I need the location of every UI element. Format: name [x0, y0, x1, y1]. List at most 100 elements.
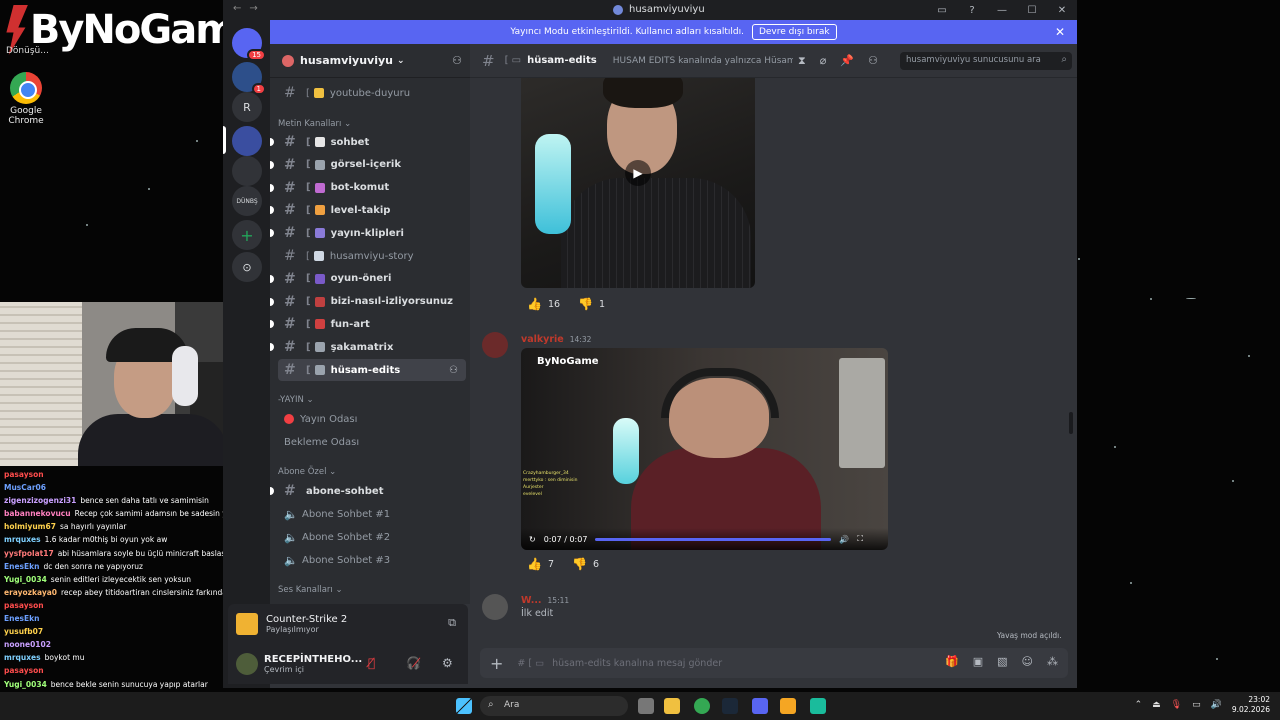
- server-icon[interactable]: 15: [232, 28, 266, 61]
- minimize-button[interactable]: —: [987, 5, 1017, 16]
- avatar[interactable]: [482, 332, 508, 358]
- play-icon[interactable]: ▶: [625, 160, 651, 186]
- discord-icon[interactable]: [752, 698, 768, 714]
- chat-username[interactable]: erayozkaya0: [4, 588, 57, 597]
- channel-hüsam-edits[interactable]: # [hüsam-edits ⚇: [278, 359, 466, 381]
- chat-username[interactable]: pasayson: [4, 601, 44, 610]
- maximize-button[interactable]: ☐: [1017, 5, 1047, 16]
- chrome-icon[interactable]: [694, 698, 710, 714]
- channel-topic[interactable]: HÜSAM EDİTS kanalında yalnızca Hüsam'a..…: [613, 56, 793, 66]
- apps-icon[interactable]: ⁂: [1047, 655, 1058, 668]
- channel-level-takip[interactable]: # [level-takip: [270, 199, 466, 221]
- threads-icon[interactable]: ⧗: [798, 54, 806, 68]
- gift-icon[interactable]: 🎁: [945, 655, 959, 668]
- channel-şakamatrix[interactable]: # [şakamatrix: [270, 336, 466, 358]
- chevron-up-icon[interactable]: ⌃: [1135, 700, 1143, 710]
- reaction-thumbs-down[interactable]: 👎 6: [566, 554, 605, 574]
- voice-channel-abone-3[interactable]: 🔈 Abone Sohbet #3: [278, 549, 466, 571]
- server-icon[interactable]: DÜNBŞ: [232, 186, 262, 216]
- chat-username[interactable]: yusufb07: [4, 627, 43, 636]
- server-icon[interactable]: 1: [232, 62, 266, 95]
- author-name[interactable]: valkyrie: [521, 334, 564, 345]
- screen-share-icon[interactable]: ⧉: [448, 616, 456, 630]
- close-icon[interactable]: ✕: [1055, 25, 1065, 39]
- deafened-icon[interactable]: 🎧̸: [406, 656, 421, 670]
- chrome-icon[interactable]: [10, 72, 42, 104]
- channel-abone-sohbet[interactable]: # abone-sohbet: [270, 480, 466, 502]
- chat-username[interactable]: EnesEkn: [4, 614, 39, 623]
- avatar[interactable]: [482, 594, 508, 620]
- app-icon[interactable]: [810, 698, 826, 714]
- members-icon[interactable]: ⚇: [868, 54, 878, 68]
- author-name[interactable]: W...: [521, 595, 542, 606]
- desktop-icon-label[interactable]: Dönüşü...: [6, 46, 49, 56]
- invite-icon[interactable]: ⚇: [452, 54, 462, 67]
- close-button[interactable]: ✕: [1047, 5, 1077, 16]
- category-yayin[interactable]: -YAYIN ⌄: [278, 395, 314, 405]
- sticker-icon[interactable]: ▧: [997, 655, 1007, 668]
- server-icon[interactable]: +: [232, 220, 262, 250]
- gif-icon[interactable]: ▣: [973, 655, 983, 668]
- chat-username[interactable]: EnesEkn: [4, 562, 39, 571]
- scrollbar[interactable]: [1069, 412, 1073, 434]
- app-icon[interactable]: [780, 698, 796, 714]
- channel-oyun-öneri[interactable]: # [oyun-öneri: [270, 268, 466, 290]
- reaction-thumbs-up[interactable]: 👍 7: [521, 554, 560, 574]
- mic-muted-icon[interactable]: 🎙̸: [368, 656, 375, 670]
- server-icon[interactable]: R: [232, 92, 262, 122]
- mute-bell-icon[interactable]: ⌀: [820, 54, 827, 68]
- server-icon[interactable]: [232, 156, 262, 186]
- search-input[interactable]: husamviyuviyu sunucusunu ara ⌕: [900, 52, 1072, 70]
- chat-username[interactable]: mrquxes: [4, 535, 41, 544]
- server-icon[interactable]: ⊙: [232, 252, 262, 282]
- chat-username[interactable]: babannekovucu: [4, 509, 71, 518]
- help-icon[interactable]: ?: [957, 5, 987, 16]
- channel-youtube-duyuru[interactable]: # [ youtube-duyuru: [278, 82, 466, 104]
- channel-sohbet[interactable]: # [sohbet: [270, 131, 466, 153]
- voice-channel-bekleme-odasi[interactable]: Bekleme Odası: [278, 431, 466, 453]
- channel-görsel-içerik[interactable]: # [görsel-içerik: [270, 154, 466, 176]
- steam-icon[interactable]: [722, 698, 738, 714]
- mic-icon[interactable]: 🎙: [1171, 700, 1182, 710]
- video-progress-bar[interactable]: [595, 537, 832, 541]
- chat-username[interactable]: noone0102: [4, 640, 51, 649]
- voice-channel-yayin-odasi[interactable]: Yayın Odası: [278, 408, 466, 430]
- chat-username[interactable]: pasayson: [4, 470, 44, 479]
- volume-icon[interactable]: 🔊: [1211, 700, 1222, 710]
- category-abone-ozel[interactable]: Abone Özel ⌄: [278, 467, 336, 477]
- start-button[interactable]: [456, 698, 472, 714]
- avatar[interactable]: [236, 653, 258, 675]
- category-text-channels[interactable]: Metin Kanalları ⌄: [278, 119, 351, 129]
- emoji-icon[interactable]: ☺: [1022, 655, 1033, 668]
- chat-username[interactable]: Yugi_0034: [4, 575, 47, 584]
- server-icon[interactable]: [232, 126, 262, 156]
- voice-channel-abone-2[interactable]: 🔈 Abone Sohbet #2: [278, 526, 466, 548]
- plus-icon[interactable]: +: [490, 654, 503, 673]
- file-explorer-icon[interactable]: [664, 698, 680, 714]
- chat-username[interactable]: MusCar06: [4, 483, 46, 492]
- usb-icon[interactable]: ⏏: [1152, 700, 1161, 710]
- taskbar-search[interactable]: ⌕ Ara: [480, 696, 628, 716]
- chat-username[interactable]: mrquxes: [4, 653, 41, 662]
- chat-username[interactable]: holmiyum67: [4, 522, 56, 531]
- reaction-thumbs-up[interactable]: 👍 16: [521, 294, 566, 314]
- activity-panel[interactable]: Counter-Strike 2 Paylaşılmıyor ⧉: [228, 604, 468, 644]
- inbox-icon[interactable]: ▭: [927, 5, 957, 16]
- clock[interactable]: 23:02 9.02.2026: [1232, 695, 1270, 715]
- channel-bot-komut[interactable]: # [bot-komut: [270, 177, 466, 199]
- disable-streamer-mode-button[interactable]: Devre dışı bırak: [751, 24, 837, 40]
- channel-bizi-nasıl-izliyorsunuz[interactable]: # [bizi-nasıl-izliyorsunuz: [270, 291, 466, 313]
- replay-icon[interactable]: ↻: [529, 535, 536, 544]
- message-composer[interactable]: + # [ ▭ hüsam-edits kanalına mesaj gönde…: [480, 648, 1068, 678]
- channel-fun-art[interactable]: # [fun-art: [270, 313, 466, 335]
- fullscreen-icon[interactable]: ⛶: [857, 534, 863, 544]
- chat-username[interactable]: yysfpolat17: [4, 549, 54, 558]
- video-attachment[interactable]: ByNoGame Crazyhamburger_34 merttyko : se…: [521, 348, 888, 550]
- pin-icon[interactable]: 📌: [840, 54, 854, 68]
- chat-username[interactable]: zigenzizogenzi31: [4, 496, 76, 505]
- category-ses-kanallari[interactable]: Ses Kanalları ⌄: [278, 585, 343, 595]
- voice-channel-abone-1[interactable]: 🔈 Abone Sohbet #1: [278, 503, 466, 525]
- chat-username[interactable]: pasayson: [4, 666, 44, 675]
- add-member-icon[interactable]: ⚇: [449, 365, 458, 376]
- gear-icon[interactable]: ⚙: [442, 656, 453, 670]
